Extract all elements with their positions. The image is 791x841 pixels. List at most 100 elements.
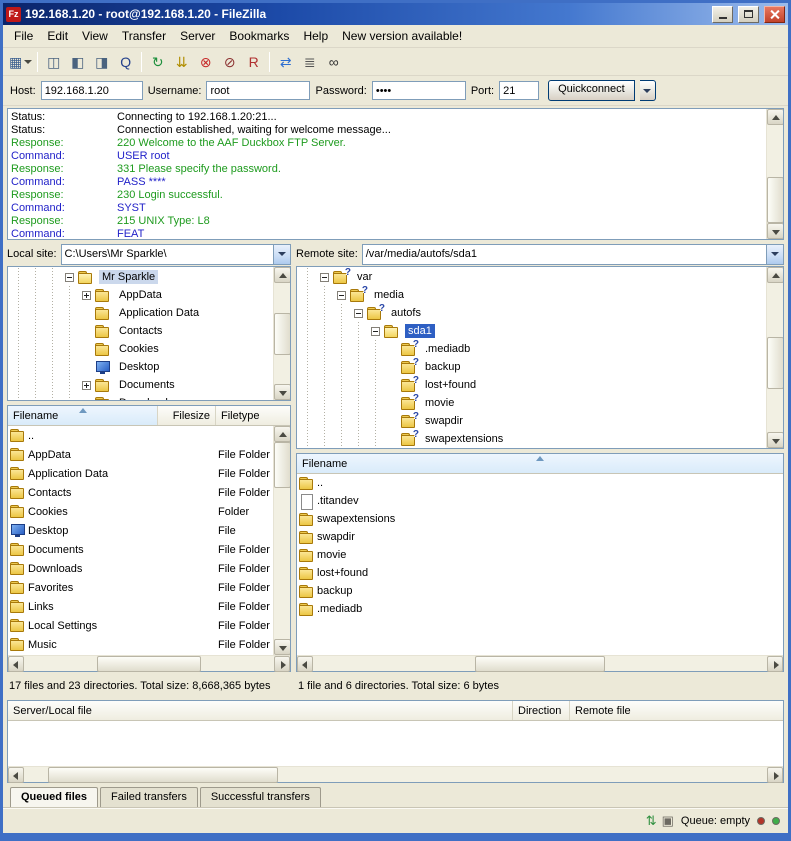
scrollbar-track[interactable] xyxy=(767,125,783,177)
username-input[interactable]: root xyxy=(206,81,310,100)
toggle-local-tree-button[interactable]: ◧ xyxy=(66,50,89,73)
port-input[interactable]: 21 xyxy=(499,81,539,100)
scrollbar-track[interactable] xyxy=(24,767,48,782)
scrollbar-thumb[interactable] xyxy=(274,442,290,488)
column-header-filesize[interactable]: Filesize xyxy=(158,406,216,425)
file-row[interactable]: FavoritesFile Folder xyxy=(8,578,273,597)
plus-expander-icon[interactable] xyxy=(82,381,91,390)
tree-item-desktop[interactable]: Desktop xyxy=(10,358,272,376)
scrollbar-thumb[interactable] xyxy=(48,767,278,783)
scroll-up-icon[interactable] xyxy=(767,109,784,125)
menu-item-new-version-available[interactable]: New version available! xyxy=(335,26,469,46)
file-row[interactable]: .titandev xyxy=(297,492,783,510)
scroll-left-icon[interactable] xyxy=(8,656,24,672)
file-row[interactable]: DownloadsFile Folder xyxy=(8,559,273,578)
tree-item-media[interactable]: ?media xyxy=(299,286,765,304)
tree-item-swapdir[interactable]: ?swapdir xyxy=(299,412,765,430)
tree-item-movie[interactable]: ?movie xyxy=(299,394,765,412)
minimize-button[interactable] xyxy=(712,6,733,23)
tree-item-cookies[interactable]: Cookies xyxy=(10,340,272,358)
scroll-down-icon[interactable] xyxy=(767,223,784,239)
column-header-remote-file[interactable]: Remote file xyxy=(570,701,783,720)
minus-expander-icon[interactable] xyxy=(371,327,380,336)
scrollbar-thumb[interactable] xyxy=(767,177,784,223)
menu-item-view[interactable]: View xyxy=(75,26,115,46)
scroll-right-icon[interactable] xyxy=(274,656,290,672)
tree-item-downloads[interactable]: Downloads xyxy=(10,394,272,401)
file-row[interactable]: MusicFile Folder xyxy=(8,635,273,654)
process-queue-button[interactable]: ⇊ xyxy=(170,50,193,73)
refresh-button[interactable]: ↻ xyxy=(146,50,169,73)
file-row[interactable]: swapextensions xyxy=(297,510,783,528)
tab-successful-transfers[interactable]: Successful transfers xyxy=(200,787,321,807)
scrollbar-track[interactable] xyxy=(313,656,475,671)
combo-dropdown-icon[interactable] xyxy=(273,245,290,264)
combo-dropdown-icon[interactable] xyxy=(766,245,783,264)
scroll-down-icon[interactable] xyxy=(274,639,290,655)
tree-item-var[interactable]: ?var xyxy=(299,268,765,286)
queue-hscrollbar[interactable] xyxy=(8,766,783,782)
scroll-left-icon[interactable] xyxy=(8,767,24,783)
restore-button[interactable] xyxy=(738,6,759,23)
menu-item-help[interactable]: Help xyxy=(296,26,335,46)
column-header-filename[interactable]: Filename xyxy=(297,454,783,473)
scrollbar-track[interactable] xyxy=(274,488,290,639)
file-row[interactable]: DesktopFile xyxy=(8,521,273,540)
file-row[interactable]: Application DataFile Folder xyxy=(8,464,273,483)
tree-item-mr-sparkle[interactable]: Mr Sparkle xyxy=(10,268,272,286)
file-row[interactable]: AppDataFile Folder xyxy=(8,445,273,464)
tab-failed-transfers[interactable]: Failed transfers xyxy=(100,787,198,807)
scroll-left-icon[interactable] xyxy=(297,656,313,672)
scrollbar-track[interactable] xyxy=(274,355,290,385)
local-tree-scrollbar[interactable] xyxy=(273,267,290,400)
cancel-button[interactable]: ⊗ xyxy=(194,50,217,73)
column-header-server-local-file[interactable]: Server/Local file xyxy=(8,701,513,720)
scrollbar-track[interactable] xyxy=(278,767,767,782)
menu-item-bookmarks[interactable]: Bookmarks xyxy=(222,26,296,46)
find-button[interactable]: ∞ xyxy=(322,50,345,73)
plus-expander-icon[interactable] xyxy=(82,291,91,300)
remote-site-combo[interactable]: /var/media/autofs/sda1 xyxy=(362,244,784,265)
host-input[interactable]: 192.168.1.20 xyxy=(41,81,143,100)
file-row[interactable]: CookiesFolder xyxy=(8,502,273,521)
scrollbar-thumb[interactable] xyxy=(274,313,291,355)
file-row[interactable]: lost+found xyxy=(297,564,783,582)
scroll-right-icon[interactable] xyxy=(767,656,783,672)
scrollbar-track[interactable] xyxy=(24,656,97,671)
file-row[interactable]: .. xyxy=(297,474,783,492)
tree-item-backup[interactable]: ?backup xyxy=(299,358,765,376)
column-header-filetype[interactable]: Filetype xyxy=(216,406,290,425)
close-button[interactable] xyxy=(764,6,785,23)
tab-queued-files[interactable]: Queued files xyxy=(10,787,98,807)
quickconnect-dropdown-button[interactable] xyxy=(640,80,656,101)
log-scrollbar[interactable] xyxy=(766,109,783,239)
minus-expander-icon[interactable] xyxy=(337,291,346,300)
column-header-direction[interactable]: Direction xyxy=(513,701,570,720)
tree-item-contacts[interactable]: Contacts xyxy=(10,322,272,340)
toggle-queue-button[interactable]: Q xyxy=(114,50,137,73)
file-row[interactable]: backup xyxy=(297,582,783,600)
tree-item-mediadb[interactable]: ?.mediadb xyxy=(299,340,765,358)
scroll-up-icon[interactable] xyxy=(767,267,784,283)
compare-button[interactable]: ⇄ xyxy=(274,50,297,73)
menu-item-transfer[interactable]: Transfer xyxy=(115,26,173,46)
scrollbar-track[interactable] xyxy=(605,656,767,671)
disconnect-button[interactable]: ⊘ xyxy=(218,50,241,73)
tree-item-documents[interactable]: Documents xyxy=(10,376,272,394)
reconnect-button[interactable]: R xyxy=(242,50,265,73)
menu-item-file[interactable]: File xyxy=(7,26,40,46)
column-header-filename[interactable]: Filename xyxy=(8,406,158,425)
scrollbar-thumb[interactable] xyxy=(767,337,784,389)
tree-item-autofs[interactable]: ?autofs xyxy=(299,304,765,322)
file-row[interactable]: movie xyxy=(297,546,783,564)
local-list-hscrollbar[interactable] xyxy=(8,655,290,671)
password-input[interactable]: •••• xyxy=(372,81,466,100)
scrollbar-thumb[interactable] xyxy=(97,656,201,672)
tree-item-dvd[interactable]: ?dvd xyxy=(299,448,765,449)
file-row[interactable]: ContactsFile Folder xyxy=(8,483,273,502)
toggle-log-button[interactable]: ◫ xyxy=(42,50,65,73)
scroll-down-icon[interactable] xyxy=(767,432,784,448)
tree-item-application-data[interactable]: Application Data xyxy=(10,304,272,322)
file-row[interactable]: .mediadb xyxy=(297,600,783,618)
tree-item-swapextensions[interactable]: ?swapextensions xyxy=(299,430,765,448)
